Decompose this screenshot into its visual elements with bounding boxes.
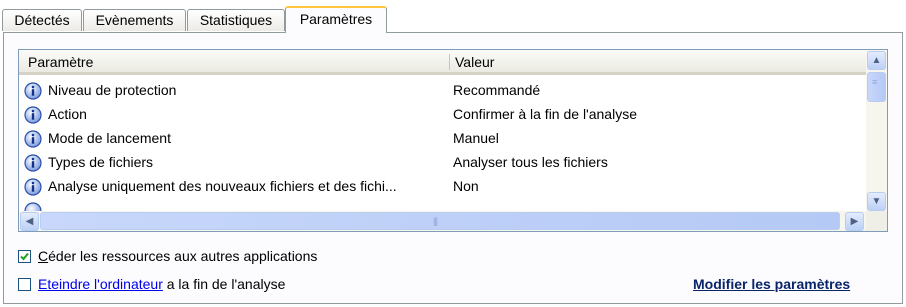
info-icon (24, 82, 42, 100)
tab-label: Détectés (14, 12, 70, 28)
scroll-down-button[interactable]: ▼ (867, 192, 886, 211)
scroll-left-button[interactable]: ◀ (20, 212, 39, 231)
modify-settings-link[interactable]: Modifier les paramètres (693, 276, 850, 292)
shutdown-text: a la fin de l'analyse (162, 276, 286, 292)
mnemonic-letter: C (38, 248, 49, 264)
yield-resources-checkbox[interactable] (18, 250, 31, 263)
list-item[interactable]: Niveau de protection Recommandé (19, 79, 866, 103)
tab-parametres[interactable]: Paramètres (285, 6, 387, 33)
info-icon (24, 106, 42, 124)
list-item[interactable]: Action Confirmer à la fin de l'analyse (19, 103, 866, 127)
scrollbar-corner (866, 211, 887, 231)
param-value: Confirmer à la fin de l'analyse (453, 106, 637, 122)
shutdown-label: Eteindre l'ordinateur a la fin de l'anal… (38, 276, 285, 292)
param-name: Niveau de protection (48, 82, 177, 98)
scroll-right-button[interactable]: ▶ (845, 212, 864, 231)
shutdown-link[interactable]: Eteindre l'ordinateur (38, 276, 163, 292)
list-item[interactable] (19, 199, 866, 211)
chevron-left-icon: ◀ (25, 216, 34, 227)
vertical-scrollbar[interactable]: ▲ ≡ ▼ (866, 50, 887, 212)
info-icon (24, 154, 42, 172)
yield-resources-text: éder les ressources aux autres applicati… (48, 248, 318, 264)
param-name: Analyse uniquement des nouveaux fichiers… (48, 178, 397, 194)
list-item[interactable]: Types de fichiers Analyser tous les fich… (19, 151, 866, 175)
column-header-valeur[interactable]: Valeur (455, 54, 494, 70)
tab-label: Evènements (95, 12, 174, 28)
chevron-right-icon: ▶ (850, 216, 859, 227)
tab-statistiques[interactable]: Statistiques (187, 9, 285, 31)
param-name: Types de fichiers (48, 154, 154, 170)
param-value: Manuel (453, 130, 499, 146)
grip-icon: ||| (433, 216, 438, 226)
info-icon (24, 130, 42, 148)
info-icon (24, 202, 42, 211)
horizontal-scroll-thumb[interactable]: ||| (40, 212, 840, 230)
grip-icon: ≡ (872, 77, 877, 87)
param-value: Recommandé (453, 82, 541, 98)
tab-label: Paramètres (299, 11, 373, 27)
info-icon (24, 178, 42, 196)
param-value: Non (453, 178, 479, 194)
list-item[interactable]: Analyse uniquement des nouveaux fichiers… (19, 175, 866, 199)
column-header-parametre[interactable]: Paramètre (28, 54, 93, 70)
param-value: Analyser tous les fichiers (453, 154, 608, 170)
param-name: Mode de lancement (48, 130, 171, 146)
checkmark-icon (20, 252, 29, 261)
list-item[interactable]: Mode de lancement Manuel (19, 127, 866, 151)
shutdown-checkbox[interactable] (18, 278, 31, 291)
tab-evenements[interactable]: Evènements (83, 9, 186, 31)
chevron-up-icon: ▲ (871, 55, 882, 66)
chevron-down-icon: ▼ (871, 196, 882, 207)
yield-resources-label[interactable]: Céder les ressources aux autres applicat… (38, 248, 317, 264)
tab-label: Statistiques (199, 12, 273, 28)
param-name: Action (48, 106, 87, 122)
settings-list[interactable]: Paramètre Valeur Niveau de protection Re… (18, 49, 888, 232)
tab-detectes[interactable]: Détectés (2, 9, 82, 31)
scroll-up-button[interactable]: ▲ (867, 51, 886, 70)
horizontal-scrollbar[interactable]: ◀ ||| ▶ (19, 211, 866, 231)
column-separator[interactable] (449, 54, 450, 70)
list-header: Paramètre Valeur (19, 50, 866, 75)
vertical-scroll-thumb[interactable]: ≡ (867, 72, 886, 102)
